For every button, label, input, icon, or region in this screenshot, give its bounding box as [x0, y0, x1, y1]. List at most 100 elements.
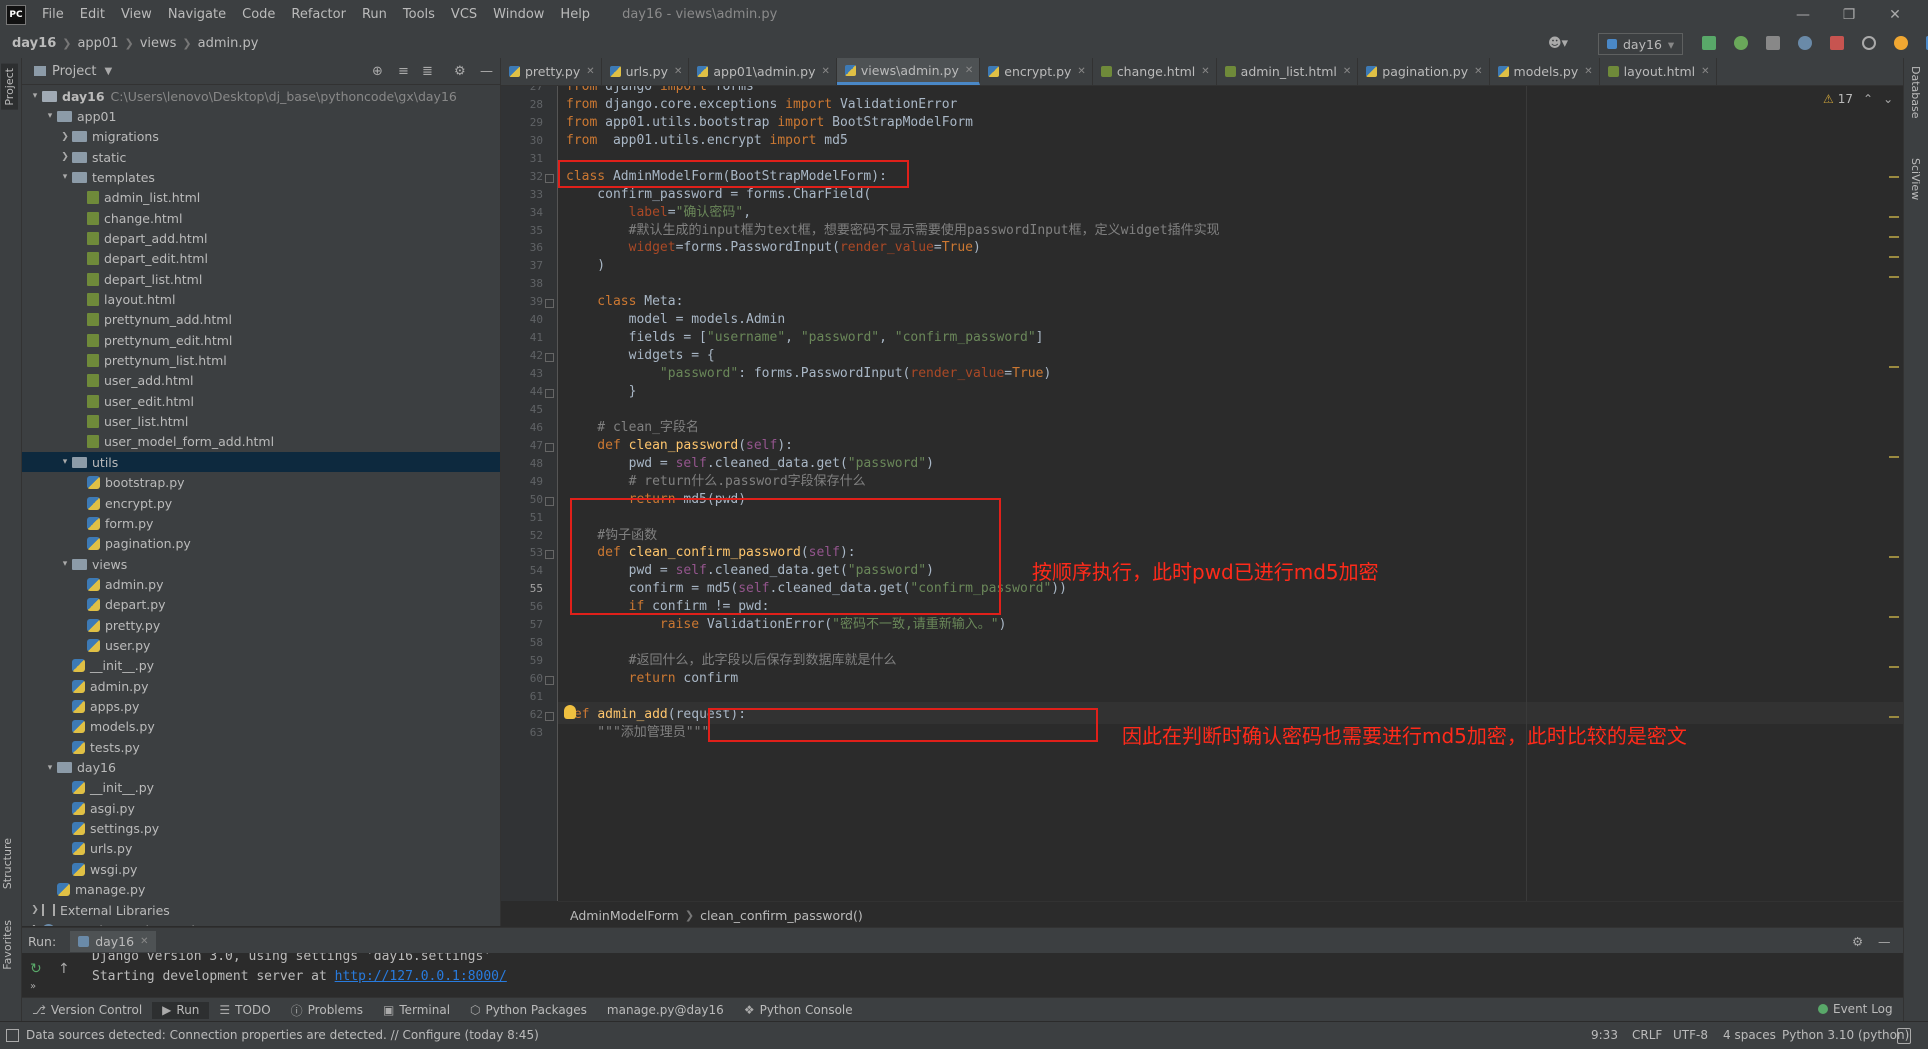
chevron-up-icon[interactable]: ⌃ — [1863, 92, 1873, 106]
breadcrumb-item[interactable]: views — [140, 36, 177, 51]
indent-setting[interactable]: 4 spaces — [1723, 1028, 1776, 1042]
tab-pagination-py[interactable]: pagination.py ✕ — [1358, 58, 1490, 85]
fold-marker-icon[interactable] — [545, 676, 554, 686]
bottom-tab-python-packages[interactable]: ⬡ Python Packages — [460, 1002, 597, 1019]
bottom-tab-problems[interactable]: ⓘ Problems — [281, 1002, 373, 1019]
tree-item[interactable]: prettynum_add.html — [22, 310, 500, 330]
run-tab-day16[interactable]: day16 ✕ — [70, 930, 157, 952]
tab-encrypt-py[interactable]: encrypt.py ✕ — [980, 58, 1093, 85]
tree-item[interactable]: depart_add.html — [22, 228, 500, 248]
chevron-down-icon[interactable]: ▾ — [58, 559, 72, 569]
tab-pretty-py[interactable]: pretty.py ✕ — [501, 58, 602, 85]
tree-item[interactable]: ▾ app01 — [22, 106, 500, 126]
favorites-tool-button[interactable]: Favorites — [1, 920, 14, 970]
project-tool-button[interactable]: Project — [1, 64, 18, 110]
user-icon[interactable]: ☻▾ — [1548, 33, 1578, 53]
fold-marker-icon[interactable] — [545, 711, 554, 721]
stop-icon[interactable] — [1830, 36, 1844, 50]
tree-item[interactable]: prettynum_edit.html — [22, 330, 500, 350]
tree-item[interactable]: pagination.py — [22, 534, 500, 554]
file-encoding[interactable]: UTF-8 — [1673, 1028, 1708, 1042]
tree-item[interactable]: ❯ External Libraries — [22, 900, 500, 920]
tree-item[interactable]: apps.py — [22, 697, 500, 717]
close-tab-icon[interactable]: ✕ — [1584, 66, 1592, 77]
code-editor[interactable]: from django import forms from django.core… — [558, 86, 1903, 901]
tree-item[interactable]: __init__.py — [22, 778, 500, 798]
tree-item[interactable]: pretty.py — [22, 615, 500, 635]
tree-item[interactable]: urls.py — [22, 839, 500, 859]
expand-all-icon[interactable]: ≡ — [398, 64, 409, 79]
sciview-tool-button[interactable]: SciView — [1909, 158, 1922, 200]
tab-models-py[interactable]: models.py ✕ — [1490, 58, 1600, 85]
tree-item[interactable]: tests.py — [22, 737, 500, 757]
tree-item[interactable]: ▾ templates — [22, 167, 500, 187]
database-tool-button[interactable]: Database — [1909, 66, 1922, 119]
close-tab-icon[interactable]: ✕ — [674, 66, 682, 77]
fold-marker-icon[interactable] — [545, 550, 554, 560]
tree-item[interactable]: wsgi.py — [22, 859, 500, 879]
gear-icon[interactable]: ⚙ — [1852, 934, 1863, 949]
tree-item[interactable]: ❯ Scratches and Consoles — [22, 920, 500, 926]
python-interpreter[interactable]: Python 3.10 (python) — [1782, 1028, 1909, 1042]
tree-item[interactable]: admin.py — [22, 574, 500, 594]
chevron-down-icon[interactable]: ▾ — [43, 111, 57, 121]
close-tab-icon[interactable]: ✕ — [140, 936, 148, 947]
menu-tools[interactable]: Tools — [395, 7, 443, 22]
tree-item[interactable]: user_edit.html — [22, 391, 500, 411]
tab-admin-list-html[interactable]: admin_list.html ✕ — [1217, 58, 1359, 85]
close-tab-icon[interactable]: ✕ — [586, 66, 594, 77]
fold-marker-icon[interactable] — [545, 353, 554, 363]
tree-item[interactable]: ▾ day16 — [22, 758, 500, 778]
tab-views-admin-py[interactable]: views\admin.py ✕ — [836, 58, 981, 85]
search-icon[interactable] — [1862, 36, 1876, 50]
rerun-icon[interactable]: ↻ — [30, 961, 42, 977]
menu-refactor[interactable]: Refactor — [283, 7, 354, 22]
bottom-tab-version-control[interactable]: ⎇ Version Control — [22, 1002, 152, 1019]
scroll-up-icon[interactable]: ↑ — [58, 961, 70, 977]
menu-vcs[interactable]: VCS — [443, 7, 485, 22]
line-separator[interactable]: CRLF — [1632, 1028, 1662, 1042]
menu-file[interactable]: File — [34, 7, 72, 22]
hide-icon[interactable]: — — [480, 64, 493, 79]
tree-item[interactable]: depart.py — [22, 595, 500, 615]
breadcrumb-class[interactable]: AdminModelForm — [570, 908, 679, 923]
chevron-down-icon[interactable]: ▾ — [58, 457, 72, 467]
tree-item[interactable]: form.py — [22, 513, 500, 533]
tree-item[interactable]: ❯ migrations — [22, 127, 500, 147]
fold-marker-icon[interactable] — [545, 173, 554, 183]
run-config-selector[interactable]: day16 ▾ — [1598, 33, 1684, 55]
bottom-tab-terminal[interactable]: ▣ Terminal — [373, 1002, 460, 1019]
tree-item[interactable]: encrypt.py — [22, 493, 500, 513]
tab-layout-html[interactable]: layout.html ✕ — [1600, 58, 1717, 85]
breadcrumb-item[interactable]: app01 — [77, 36, 118, 51]
tree-item[interactable]: user_add.html — [22, 371, 500, 391]
locate-icon[interactable]: ⊕ — [372, 64, 383, 79]
tree-item[interactable]: ▾ day16 C:\Users\lenovo\Desktop\dj_base\py… — [22, 86, 500, 106]
profile-icon[interactable] — [1798, 36, 1812, 50]
menu-view[interactable]: View — [113, 7, 160, 22]
chevron-down-icon[interactable]: ▾ — [28, 91, 42, 101]
menu-navigate[interactable]: Navigate — [160, 7, 234, 22]
close-tab-icon[interactable]: ✕ — [1077, 66, 1085, 77]
rerun-icon[interactable] — [1702, 36, 1716, 50]
chevron-down-icon[interactable]: ⌄ — [1883, 92, 1893, 106]
collapse-all-icon[interactable]: ≣ — [422, 64, 433, 79]
error-stripe[interactable] — [1889, 116, 1901, 901]
hide-icon[interactable]: — — [1878, 934, 1891, 949]
breadcrumb-method[interactable]: clean_confirm_password() — [700, 908, 863, 923]
close-tab-icon[interactable]: ✕ — [1201, 66, 1209, 77]
debug-icon[interactable] — [1734, 36, 1748, 50]
coverage-icon[interactable] — [1766, 36, 1780, 50]
server-link[interactable]: http://127.0.0.1:8000/ — [335, 969, 507, 984]
tree-item[interactable]: depart_list.html — [22, 269, 500, 289]
close-tab-icon[interactable]: ✕ — [1701, 66, 1709, 77]
bottom-tab-python-console[interactable]: ❖ Python Console — [734, 1002, 863, 1019]
breadcrumb-item[interactable]: day16 — [12, 36, 56, 51]
tree-item[interactable]: layout.html — [22, 290, 500, 310]
tree-item[interactable]: user.py — [22, 635, 500, 655]
tree-item[interactable]: admin.py — [22, 676, 500, 696]
fold-marker-icon[interactable] — [545, 388, 554, 398]
tab-urls-py[interactable]: urls.py ✕ — [602, 58, 690, 85]
close-window-icon[interactable]: ✕ — [1872, 0, 1918, 29]
structure-tool-button[interactable]: Structure — [1, 838, 14, 889]
